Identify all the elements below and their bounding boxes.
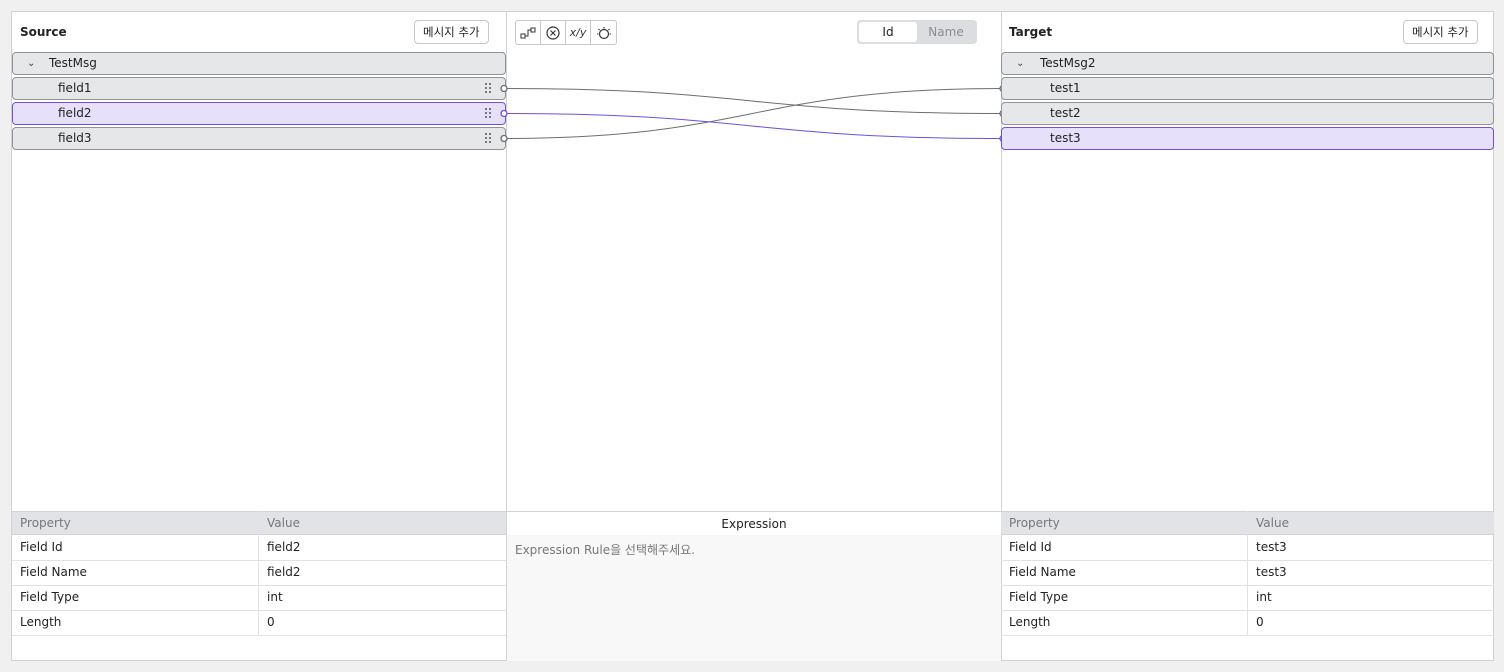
source-anchor [500, 84, 508, 93]
target-field-label: test2 [1050, 106, 1081, 120]
source-col-value: Value [267, 516, 300, 530]
target-col-value: Value [1256, 516, 1289, 530]
target-prop-label: Field Id [1009, 540, 1052, 554]
source-prop-value: field2 [267, 565, 301, 579]
expression-placeholder: Expression Rule을 선택해주세요. [515, 543, 695, 557]
expression-editor[interactable]: Expression Rule을 선택해주세요. [507, 535, 1001, 661]
target-message-label: TestMsg2 [1040, 56, 1096, 70]
target-prop-value: int [1256, 590, 1272, 604]
target-prop-value: 0 [1256, 615, 1264, 629]
source-anchor [500, 109, 508, 118]
source-prop-value: field2 [267, 540, 301, 554]
chevron-down-icon[interactable]: ⌄ [1016, 53, 1024, 74]
source-prop-value: int [267, 590, 283, 604]
target-field-label: test1 [1050, 81, 1081, 95]
source-prop-label: Length [20, 615, 62, 629]
mapping-line [503, 88, 1004, 114]
target-field-row[interactable]: test2 [1001, 102, 1494, 125]
expression-title: Expression [507, 511, 1001, 535]
source-prop-label: Field Id [20, 540, 63, 554]
mapping-line [503, 88, 1004, 139]
target-title: Target [1009, 25, 1053, 39]
target-col-property: Property [1009, 516, 1060, 530]
target-prop-value: test3 [1256, 565, 1287, 579]
mapping-editor: Source 메시지 추가 ⌄ TestMsg field1 field2 fi… [11, 11, 1494, 661]
source-anchor [500, 134, 508, 143]
source-props-header: Property Value [12, 511, 506, 535]
target-field-label: test3 [1050, 131, 1081, 145]
target-message-row[interactable]: ⌄ TestMsg2 [1001, 52, 1494, 75]
target-prop-label: Field Type [1009, 590, 1069, 604]
target-field-row[interactable]: test3 [1001, 127, 1494, 150]
target-prop-label: Length [1009, 615, 1051, 629]
source-prop-label: Field Type [20, 590, 80, 604]
source-prop-label: Field Name [20, 565, 87, 579]
source-col-property: Property [20, 516, 71, 530]
target-prop-value: test3 [1256, 540, 1287, 554]
target-field-row[interactable]: test1 [1001, 77, 1494, 100]
target-prop-label: Field Name [1009, 565, 1076, 579]
mapping-line-selected [503, 113, 1004, 139]
source-prop-value: 0 [267, 615, 275, 629]
target-add-message-button[interactable]: 메시지 추가 [1403, 20, 1478, 44]
